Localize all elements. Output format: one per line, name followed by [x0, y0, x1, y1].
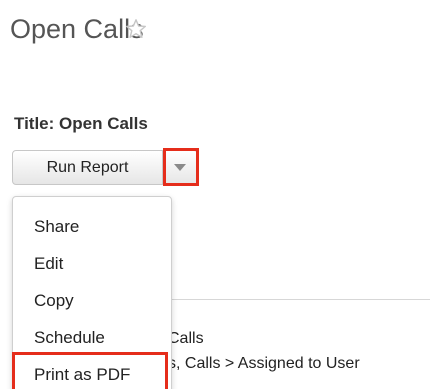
run-report-button[interactable]: Run Report	[12, 150, 163, 185]
report-details-text: Calls	[168, 330, 204, 347]
caret-down-icon	[174, 164, 186, 171]
menu-item-print-as-pdf[interactable]: Print as PDF	[34, 365, 130, 385]
menu-item-share[interactable]: Share	[34, 217, 79, 237]
menu-item-edit[interactable]: Edit	[34, 254, 63, 274]
panel-divider	[160, 299, 430, 300]
report-view: Open Calls Title: Open Calls Calls s, Ca…	[0, 0, 430, 389]
report-title: Title: Open Calls	[14, 114, 148, 133]
menu-item-schedule[interactable]: Schedule	[34, 328, 105, 348]
dropdown-toggle-button[interactable]	[164, 150, 198, 185]
star-icon[interactable]	[124, 17, 148, 41]
actions-dropdown-menu: Share Edit Copy Schedule Print as PDF	[12, 196, 172, 389]
menu-item-copy[interactable]: Copy	[34, 291, 74, 311]
report-details-text: s, Calls > Assigned to User	[168, 355, 360, 372]
